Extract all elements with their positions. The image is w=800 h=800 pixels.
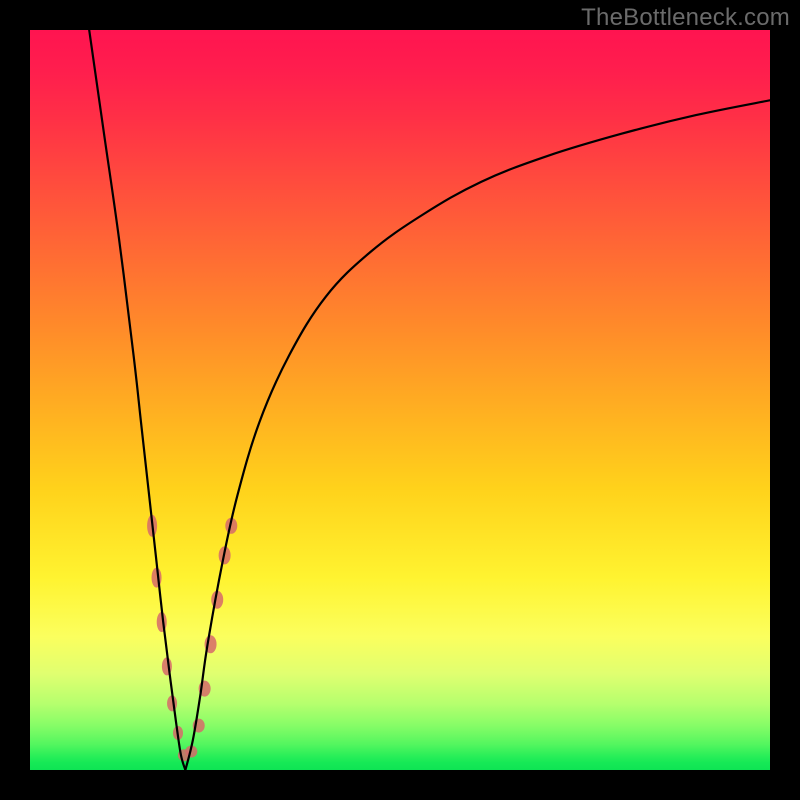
curve-right-branch — [185, 100, 770, 770]
chart-frame: TheBottleneck.com — [0, 0, 800, 800]
watermark-text: TheBottleneck.com — [581, 4, 790, 32]
plot-area — [30, 30, 770, 770]
chart-svg — [30, 30, 770, 770]
curve-left-branch — [89, 30, 185, 770]
